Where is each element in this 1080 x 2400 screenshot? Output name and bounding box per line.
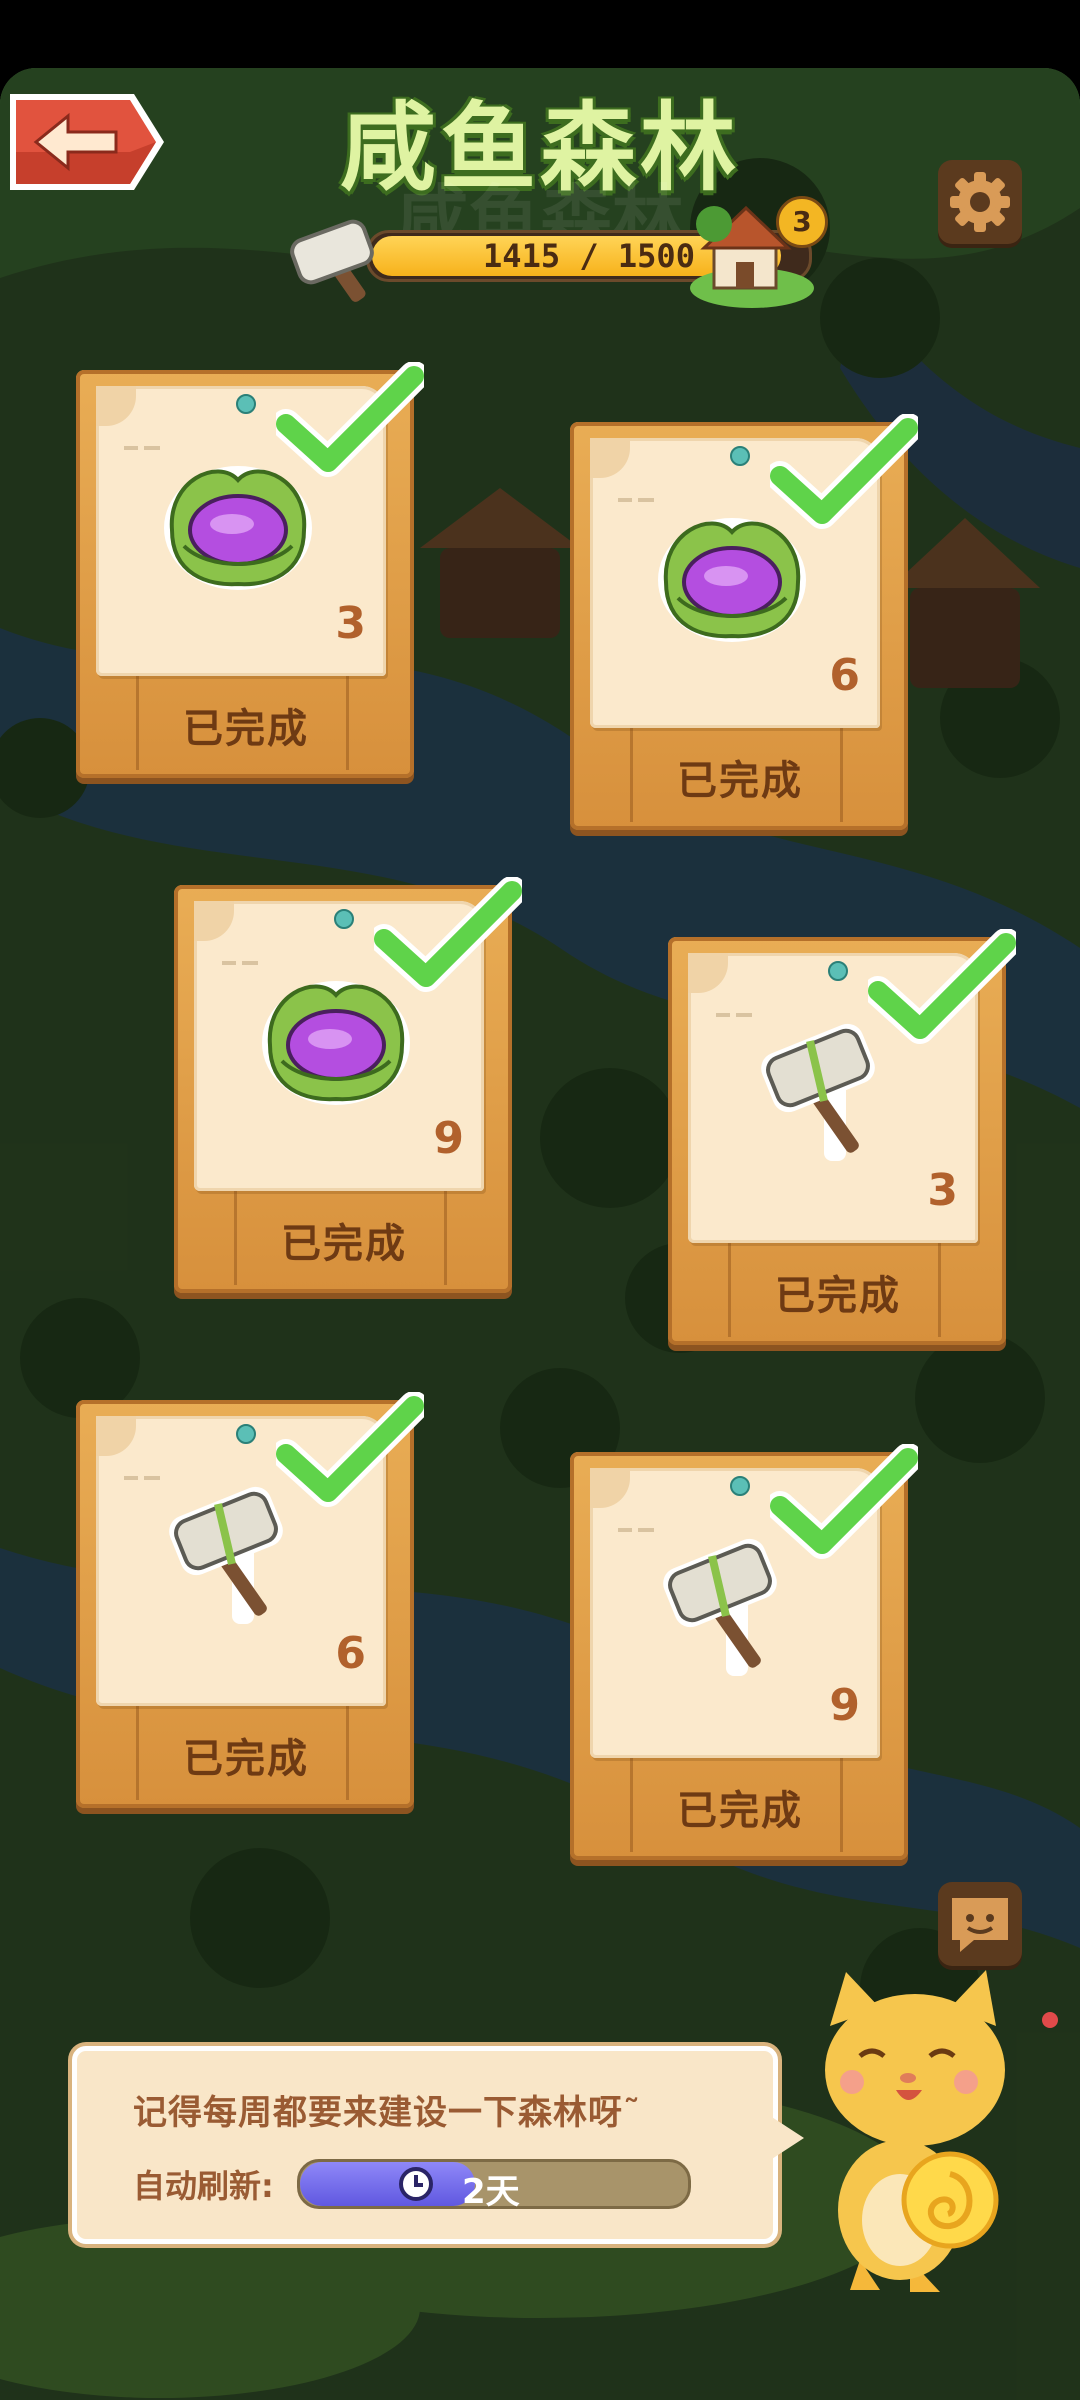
task-card[interactable]: 9 已完成 — [570, 1444, 918, 1862]
pin-icon — [236, 394, 256, 414]
timer-fill — [300, 2162, 475, 2206]
task-count: 9 — [433, 1113, 464, 1164]
cat-mascot — [825, 1970, 1058, 2292]
task-status: 已完成 — [183, 706, 309, 752]
check-icon — [770, 1444, 918, 1559]
refresh-timer: 2天 — [297, 2159, 691, 2212]
timer-text: 2天 — [462, 2172, 520, 2212]
clock-icon — [399, 2167, 433, 2201]
task-count: 6 — [829, 650, 860, 701]
paper-scribble — [222, 961, 258, 965]
task-status: 已完成 — [281, 1221, 407, 1267]
bubble-tail — [758, 2108, 804, 2168]
task-status: 已完成 — [183, 1736, 309, 1782]
hint-bubble: 记得每周都要来建设一下森林呀˜ 自动刷新: 2天 — [72, 2046, 778, 2244]
settings-button[interactable] — [938, 160, 1022, 244]
task-count: 3 — [927, 1165, 958, 1216]
pin-icon — [334, 909, 354, 929]
check-icon — [276, 362, 424, 477]
check-icon — [276, 1392, 424, 1507]
paper-scribble — [124, 1476, 160, 1480]
task-status: 已完成 — [677, 1788, 803, 1834]
task-count: 9 — [829, 1680, 860, 1731]
task-status: 已完成 — [677, 758, 803, 804]
pin-icon — [828, 961, 848, 981]
chat-button[interactable] — [938, 1882, 1022, 1966]
task-count: 6 — [335, 1628, 366, 1679]
task-count: 3 — [335, 598, 366, 649]
paper-scribble — [716, 1013, 752, 1017]
level-badge: 3 — [776, 196, 828, 248]
pin-icon — [236, 1424, 256, 1444]
check-icon — [374, 877, 522, 992]
task-card[interactable]: 6 已完成 — [76, 1392, 424, 1810]
task-card[interactable]: 3 已完成 — [668, 929, 1016, 1347]
task-card[interactable]: 3 已完成 — [76, 362, 424, 780]
task-card[interactable]: 6 已完成 — [570, 414, 918, 832]
pin-icon — [730, 1476, 750, 1496]
gear-icon — [950, 172, 1010, 232]
hint-message: 记得每周都要来建设一下森林呀˜ — [133, 2093, 641, 2133]
paper-scribble — [618, 498, 654, 502]
hammer-icon — [290, 219, 374, 302]
check-icon — [770, 414, 918, 529]
paper-scribble — [124, 446, 160, 450]
chat-bubble-icon — [952, 1898, 1008, 1952]
back-button[interactable] — [4, 82, 170, 202]
task-card[interactable]: 9 已完成 — [174, 877, 522, 1295]
paper-scribble — [618, 1528, 654, 1532]
refresh-label: 自动刷新: — [133, 2167, 274, 2205]
check-icon — [868, 929, 1016, 1044]
pin-icon — [730, 446, 750, 466]
task-status: 已完成 — [775, 1273, 901, 1319]
